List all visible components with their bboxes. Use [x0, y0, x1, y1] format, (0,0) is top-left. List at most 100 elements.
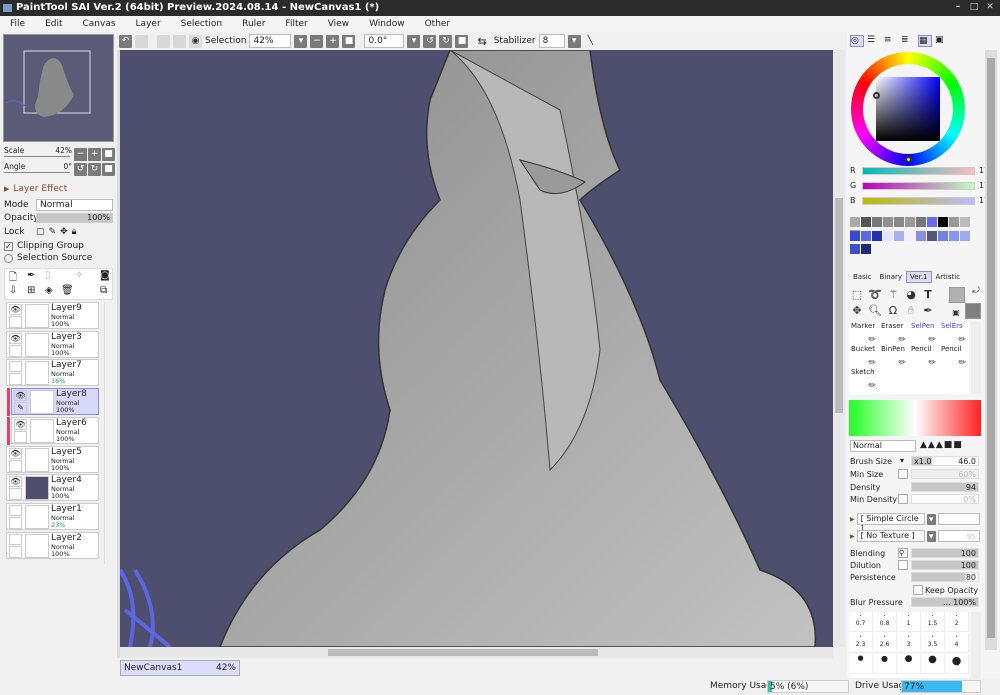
layer-row[interactable]: Layer7 Normal 16% [6, 359, 99, 387]
visibility-toggle[interactable]: 👁︎ [9, 476, 22, 488]
hue-ring[interactable] [851, 52, 965, 166]
vscroll-thumb[interactable] [835, 198, 843, 413]
brush-size-preset[interactable]: · 0.8 [873, 612, 897, 632]
visibility-toggle[interactable]: 👁︎ [14, 418, 27, 430]
brush-size-preset[interactable]: · 2.6 [873, 633, 897, 653]
sv-picker[interactable] [873, 92, 880, 99]
mask-icon[interactable]: ◙ [100, 270, 110, 281]
color-swatch[interactable] [905, 217, 915, 227]
stabilizer-dropdown[interactable]: ▾ [567, 34, 581, 48]
visibility-toggle[interactable]: 👁︎ [14, 390, 27, 402]
brush-size-preset[interactable]: · 2.3 [849, 633, 873, 653]
hand-icon[interactable]: ✋︎ [904, 304, 918, 318]
merge-down-icon[interactable]: ⇩ [9, 285, 17, 296]
rotate-right-button[interactable]: ↻ [439, 34, 453, 48]
tool-tab[interactable]: Binary [876, 271, 907, 283]
color-swatch[interactable] [861, 217, 871, 227]
saturation-value-square[interactable] [876, 77, 940, 141]
brush-grid-scrollbar[interactable] [971, 322, 981, 394]
shape-icon[interactable]: ◕ [904, 288, 918, 302]
texture-strength[interactable]: 95 [937, 530, 980, 542]
rgb-slider-tab-icon[interactable]: ☰ [867, 35, 881, 47]
color-swatch[interactable] [949, 231, 959, 241]
visibility-toggle[interactable]: 👁︎ [9, 447, 22, 459]
blending-slider[interactable]: 100 [911, 548, 979, 558]
dilution-checkbox[interactable] [898, 560, 908, 570]
zoom-icon[interactable]: 🔍︎ [868, 304, 882, 318]
angle-field[interactable]: 0.0° [364, 34, 405, 48]
layer-lock-toggle[interactable] [9, 516, 22, 529]
rect-select-icon[interactable]: ⬚ [850, 288, 864, 302]
eye-icon[interactable]: ◉ [189, 34, 202, 48]
brush-tool[interactable]: Marker ✏ [849, 322, 879, 346]
brush-tool[interactable]: Eraser ✏ [879, 322, 909, 346]
rotate-icon[interactable]: Ω [886, 304, 900, 318]
color-swatch[interactable] [850, 244, 860, 254]
visibility-toggle[interactable] [9, 533, 22, 545]
texture-select[interactable]: [ No Texture ] [856, 530, 925, 542]
color-mixer-bar[interactable] [849, 400, 981, 436]
magic-wand-icon[interactable]: ⚚ [886, 288, 900, 302]
min-density-slider[interactable]: 0% [911, 494, 979, 504]
hsv-slider-tab-icon[interactable]: ≡ [884, 35, 898, 47]
visibility-toggle[interactable] [9, 504, 22, 516]
right-panel-scrollbar[interactable] [985, 50, 997, 650]
brush-size-slider[interactable]: x1.0 46.0 [911, 456, 979, 466]
canvas[interactable] [120, 50, 833, 647]
min-density-checkbox[interactable] [898, 494, 908, 504]
color-swatch[interactable] [938, 217, 948, 227]
selection-source-radio[interactable]: Selection Source [4, 253, 92, 263]
lock-move-icon[interactable]: ✥ [60, 227, 68, 237]
brush-tool[interactable]: SelErs ✏ [939, 322, 969, 346]
scratchpad-tab-icon[interactable]: ▣ [935, 35, 949, 47]
brush-size-preset[interactable]: · 4 [945, 633, 969, 653]
color-swatch[interactable] [938, 231, 948, 241]
density-slider[interactable]: 94 [911, 482, 979, 492]
nav-rotate-reset[interactable]: ■ [102, 163, 115, 176]
flip-icon[interactable]: ⇆ [477, 35, 486, 48]
layer-row[interactable]: 👁︎ ✎ Layer8 Normal 100% [7, 388, 99, 417]
nav-rotate-left[interactable]: ↺ [74, 163, 87, 176]
pencil-icon[interactable]: ✎ [14, 402, 27, 415]
scale-slider[interactable] [4, 156, 70, 157]
brush-tool[interactable]: BinPen ✏ [879, 345, 909, 369]
invert-selection-button[interactable] [173, 34, 186, 48]
color-wheel-tab-icon[interactable]: ◎ [850, 35, 864, 47]
text-tool-icon[interactable]: T [921, 288, 935, 302]
clipping-group-checkbox[interactable]: ✓ Clipping Group [4, 241, 84, 251]
color-swatch[interactable] [960, 217, 970, 227]
blur-pressure-slider[interactable]: ... 100% [911, 597, 979, 607]
lock-transparency-icon[interactable]: ▢ [36, 227, 45, 237]
menu-filter[interactable]: Filter [285, 19, 307, 29]
menu-ruler[interactable]: Ruler [242, 19, 265, 29]
transfer-icon[interactable]: ⊞ [27, 285, 35, 296]
brush-size-preset[interactable]: · 1.5 [921, 612, 945, 632]
hue-picker[interactable] [905, 156, 912, 163]
color-swatch[interactable] [894, 217, 904, 227]
primary-color[interactable] [949, 287, 965, 303]
canvas-tab[interactable]: NewCanvas1 42% [120, 660, 240, 676]
visibility-toggle[interactable]: 👁︎ [9, 332, 22, 344]
min-size-slider[interactable]: 60% [911, 469, 979, 479]
move-icon[interactable]: ✥ [850, 304, 864, 318]
maximize-button[interactable]: □ [968, 0, 980, 14]
color-swatch[interactable] [916, 231, 926, 241]
mode-select[interactable]: Normal [36, 199, 113, 211]
color-swatch[interactable] [850, 217, 860, 227]
layer-row[interactable]: Layer2 Normal 100% [6, 531, 99, 559]
layer-lock-toggle[interactable] [9, 459, 22, 472]
tool-tab[interactable]: Basic [849, 271, 876, 283]
close-button[interactable]: ✕ [984, 0, 996, 14]
menu-selection[interactable]: Selection [181, 19, 222, 29]
lock-paint-icon[interactable]: ✎ [49, 227, 57, 237]
layer-lock-toggle[interactable] [9, 344, 22, 357]
brush-size-preset[interactable]: · 0.7 [849, 612, 873, 632]
brush-tool[interactable]: Sketch ✏ [849, 368, 879, 392]
menu-other[interactable]: Other [425, 19, 451, 29]
zoom-field[interactable]: 42% [249, 34, 292, 48]
blend-mode-select[interactable]: Normal [850, 440, 916, 452]
min-size-checkbox[interactable] [898, 469, 908, 479]
navigator[interactable] [3, 34, 114, 142]
color-swatch[interactable] [916, 217, 926, 227]
brush-size-preset[interactable]: ● [873, 654, 897, 674]
